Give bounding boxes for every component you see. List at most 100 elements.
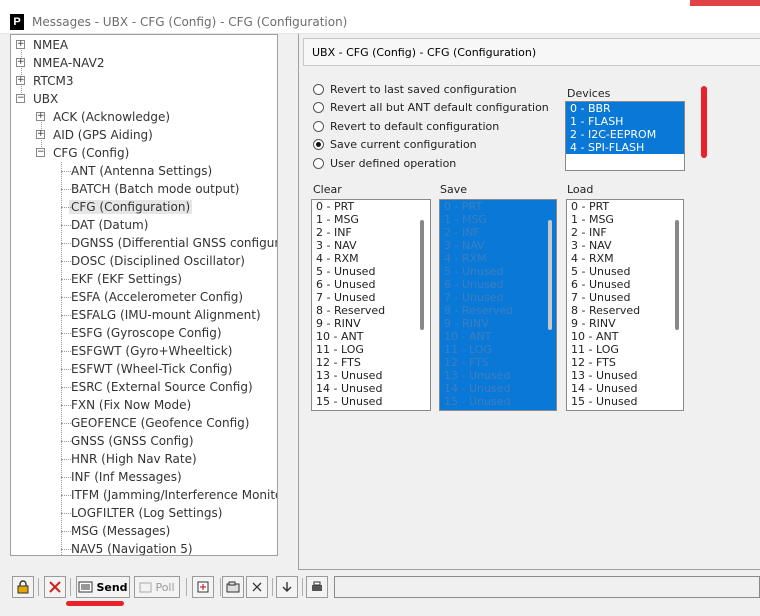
config-option[interactable]: User defined operation bbox=[313, 154, 456, 172]
section-item[interactable]: 12 - FTS bbox=[567, 356, 683, 369]
section-item[interactable]: 9 - RINV bbox=[440, 317, 556, 330]
section-item[interactable]: 12 - FTS bbox=[440, 356, 556, 369]
section-item[interactable]: 8 - Reserved bbox=[312, 304, 430, 317]
tree-item[interactable]: ESFGWT (Gyro+Wheeltick) bbox=[69, 342, 234, 360]
save-scrollbar[interactable] bbox=[548, 220, 552, 330]
device-item[interactable]: 0 - BBR bbox=[566, 102, 684, 115]
section-item[interactable]: 0 - PRT bbox=[440, 200, 556, 213]
device-item[interactable]: 2 - I2C-EEPROM bbox=[566, 128, 684, 141]
collapse-icon[interactable]: − bbox=[36, 148, 45, 157]
tree-item[interactable]: CFG (Configuration) bbox=[69, 198, 193, 216]
section-item[interactable]: 10 - ANT bbox=[567, 330, 683, 343]
section-item[interactable]: 3 - NAV bbox=[567, 239, 683, 252]
download-button[interactable] bbox=[276, 576, 298, 598]
section-item[interactable]: 11 - LOG bbox=[440, 343, 556, 356]
config-option[interactable]: Save current configuration bbox=[313, 136, 477, 154]
tree-item[interactable]: GEOFENCE (Geofence Config) bbox=[69, 414, 251, 432]
section-item[interactable]: 6 - Unused bbox=[567, 278, 683, 291]
section-item[interactable]: 8 - Reserved bbox=[440, 304, 556, 317]
section-item[interactable]: 13 - Unused bbox=[567, 369, 683, 382]
tree-item[interactable]: EKF (EKF Settings) bbox=[69, 270, 184, 288]
radio-button[interactable] bbox=[313, 102, 324, 113]
tree-item[interactable]: ITFM (Jamming/Interference Monitor) bbox=[69, 486, 277, 504]
section-item[interactable]: 12 - FTS bbox=[312, 356, 430, 369]
tree-item[interactable]: INF (Inf Messages) bbox=[69, 468, 184, 486]
section-item[interactable]: 5 - Unused bbox=[440, 265, 556, 278]
tree-item[interactable]: NAV5 (Navigation 5) bbox=[69, 540, 195, 555]
message-tree[interactable]: NMEA + NMEA-NAV2 + RTCM3 + UBX − ACK (Acknowledg… bbox=[10, 34, 278, 556]
tree-item[interactable]: LOGFILTER (Log Settings) bbox=[69, 504, 224, 522]
load-file-button[interactable] bbox=[222, 576, 244, 598]
device-item[interactable]: 1 - FLASH bbox=[566, 115, 684, 128]
section-item[interactable]: 3 - NAV bbox=[440, 239, 556, 252]
tree-item[interactable]: ACK (Acknowledge) bbox=[51, 108, 172, 126]
radio-button[interactable] bbox=[313, 139, 324, 150]
section-item[interactable]: 7 - Unused bbox=[567, 291, 683, 304]
tree-item[interactable]: GNSS (GNSS Config) bbox=[69, 432, 196, 450]
load-listbox[interactable]: 0 - PRT 1 - MSG 2 - INF 3 - NAV 4 - RXM 5 - U… bbox=[566, 199, 684, 411]
devices-listbox[interactable]: 0 - BBR 1 - FLASH 2 - I2C-EEPROM 4 - SPI-FL… bbox=[565, 101, 685, 171]
section-item[interactable]: 5 - Unused bbox=[312, 265, 430, 278]
lock-button[interactable] bbox=[12, 576, 34, 598]
tree-item[interactable]: DAT (Datum) bbox=[69, 216, 150, 234]
delete-button[interactable] bbox=[44, 576, 66, 598]
panel-splitter[interactable] bbox=[290, 34, 298, 574]
section-item[interactable]: 9 - RINV bbox=[567, 317, 683, 330]
section-item[interactable]: 10 - ANT bbox=[440, 330, 556, 343]
collapse-icon[interactable]: − bbox=[16, 94, 25, 103]
send-button[interactable]: Send bbox=[76, 576, 130, 598]
section-item[interactable]: 13 - Unused bbox=[312, 369, 430, 382]
radio-button[interactable] bbox=[313, 83, 324, 95]
config-option[interactable]: Revert all but ANT default configuration bbox=[313, 99, 549, 117]
section-item[interactable]: 9 - RINV bbox=[312, 317, 430, 330]
section-item[interactable]: 1 - MSG bbox=[440, 213, 556, 226]
section-item[interactable]: 1 - MSG bbox=[567, 213, 683, 226]
tree-item[interactable]: HNR (High Nav Rate) bbox=[69, 450, 199, 468]
tree-item[interactable]: UBX bbox=[31, 90, 60, 108]
expand-icon[interactable]: + bbox=[16, 58, 25, 67]
section-item[interactable]: 5 - Unused bbox=[567, 265, 683, 278]
tree-item[interactable]: FXN (Fix Now Mode) bbox=[69, 396, 193, 414]
tree-item[interactable]: ESFWT (Wheel-Tick Config) bbox=[69, 360, 234, 378]
section-item[interactable]: 15 - Unused bbox=[567, 395, 683, 408]
expand-icon[interactable]: + bbox=[16, 40, 25, 49]
config-option[interactable]: Revert to default configuration bbox=[313, 117, 499, 135]
device-item[interactable]: 4 - SPI-FLASH bbox=[566, 141, 684, 154]
tree-item[interactable]: NMEA bbox=[31, 36, 70, 54]
tree-item[interactable]: BATCH (Batch mode output) bbox=[69, 180, 241, 198]
load-scrollbar[interactable] bbox=[675, 220, 679, 330]
section-item[interactable]: 4 - RXM bbox=[440, 252, 556, 265]
expand-icon[interactable]: + bbox=[36, 112, 45, 121]
section-item[interactable]: 7 - Unused bbox=[312, 291, 430, 304]
section-item[interactable]: 8 - Reserved bbox=[567, 304, 683, 317]
radio-button[interactable] bbox=[313, 157, 324, 169]
tree-item[interactable]: ESFA (Accelerometer Config) bbox=[69, 288, 245, 306]
config-option[interactable]: Revert to last saved configuration bbox=[313, 80, 517, 98]
tree-item[interactable]: ESFALG (IMU-mount Alignment) bbox=[69, 306, 263, 324]
print-button[interactable] bbox=[306, 576, 328, 598]
tree-item[interactable]: NMEA-NAV2 bbox=[31, 54, 106, 72]
section-item[interactable]: 2 - INF bbox=[567, 226, 683, 239]
radio-button[interactable] bbox=[313, 120, 324, 132]
tree-item[interactable]: ESFG (Gyroscope Config) bbox=[69, 324, 224, 342]
section-item[interactable]: 6 - Unused bbox=[312, 278, 430, 291]
section-item[interactable]: 7 - Unused bbox=[440, 291, 556, 304]
section-item[interactable]: 13 - Unused bbox=[440, 369, 556, 382]
autopoll-button[interactable] bbox=[192, 576, 214, 598]
save-file-button[interactable] bbox=[246, 576, 268, 598]
section-item[interactable]: 0 - PRT bbox=[567, 200, 683, 213]
section-item[interactable]: 3 - NAV bbox=[312, 239, 430, 252]
section-item[interactable]: 11 - LOG bbox=[567, 343, 683, 356]
section-item[interactable]: 10 - ANT bbox=[312, 330, 430, 343]
save-listbox[interactable]: 0 - PRT 1 - MSG 2 - INF 3 - NAV 4 - RXM 5 - U… bbox=[439, 199, 557, 411]
section-item[interactable]: 15 - Unused bbox=[312, 395, 430, 408]
section-item[interactable]: 4 - RXM bbox=[312, 252, 430, 265]
section-item[interactable]: 1 - MSG bbox=[312, 213, 430, 226]
section-item[interactable]: 0 - PRT bbox=[312, 200, 430, 213]
tree-item[interactable]: DOSC (Disciplined Oscillator) bbox=[69, 252, 247, 270]
section-item[interactable]: 2 - INF bbox=[312, 226, 430, 239]
tree-item[interactable]: ESRC (External Source Config) bbox=[69, 378, 255, 396]
clear-scrollbar[interactable] bbox=[420, 220, 424, 330]
section-item[interactable]: 14 - Unused bbox=[567, 382, 683, 395]
tree-item[interactable]: ANT (Antenna Settings) bbox=[69, 162, 214, 180]
